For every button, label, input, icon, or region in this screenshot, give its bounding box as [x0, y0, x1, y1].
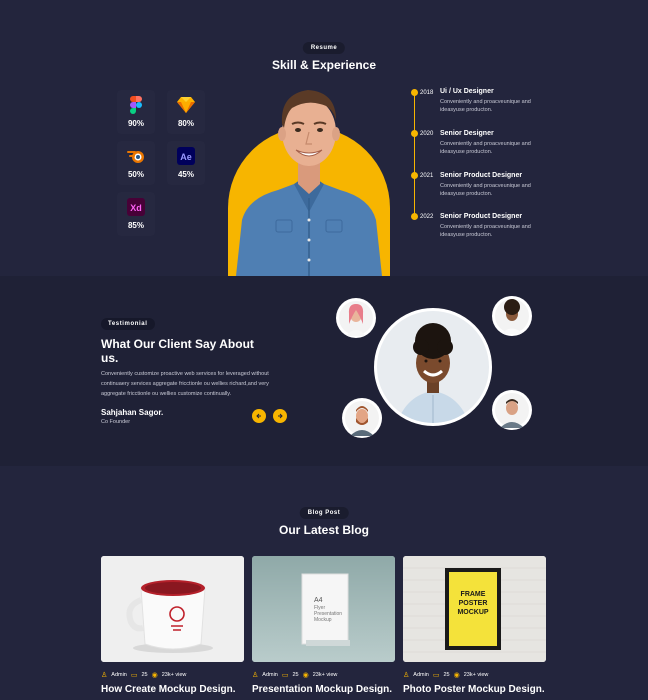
blog-views: 23k+ view	[463, 672, 489, 678]
timeline-year: 2018	[420, 90, 434, 96]
skill-pct: 85%	[127, 221, 144, 230]
prev-button[interactable]	[252, 409, 266, 423]
client-avatar[interactable]	[492, 390, 532, 430]
timeline-desc: Conveniently and proacveunique and ideas…	[440, 224, 531, 238]
timeline-year: 2020	[420, 131, 434, 137]
timeline-title: Ui / Ux Designer	[440, 88, 494, 95]
skill-pct: 45%	[177, 170, 194, 179]
blender-icon	[126, 146, 146, 166]
skill-card-sketch: 80%	[167, 90, 205, 134]
timeline-year: 2022	[420, 214, 434, 220]
figma-icon	[126, 95, 146, 115]
blog-card-image[interactable]	[101, 556, 244, 662]
resume-section: Resume Skill & Experience 90% 80% 50% Ae…	[0, 0, 648, 276]
client-avatar[interactable]	[336, 298, 376, 338]
eye-icon: ◉	[151, 672, 158, 679]
timeline-line	[414, 92, 415, 218]
blog-comments: 25	[292, 672, 299, 678]
testimonial-description: Conveniently customize proactive web ser…	[101, 371, 269, 397]
testimonial-pill: Testimonial	[101, 318, 155, 330]
testimonial-title: What Our Client Say About us.	[101, 337, 254, 365]
skill-card-after-effects: Ae 45%	[167, 141, 205, 185]
svg-text:Ae: Ae	[180, 152, 192, 162]
after-effects-icon: Ae	[176, 146, 196, 166]
comment-icon: ▭	[281, 672, 289, 679]
poster-text-frame: FRAME	[461, 591, 486, 598]
timeline-title: Senior Designer	[440, 130, 494, 137]
adobe-xd-icon: Xd	[126, 197, 146, 217]
skill-pct: 90%	[127, 119, 144, 128]
blog-card-title[interactable]: Photo Poster Mockup Design.	[403, 684, 545, 695]
testimonial-section: Testimonial What Our Client Say About us…	[0, 276, 648, 466]
blog-views: 23k+ view	[312, 672, 338, 678]
skill-pct: 80%	[177, 119, 194, 128]
testimonial-name: Sahjahan Sagor.	[101, 408, 164, 417]
comment-icon: ▭	[432, 672, 440, 679]
blog-card-meta: ♙ Admin ▭ 25 ◉ 23k+ view	[252, 671, 337, 679]
timeline-dot	[411, 213, 418, 220]
eye-icon: ◉	[453, 672, 460, 679]
book-text-a4: A4	[314, 597, 323, 604]
featured-client-avatar[interactable]	[374, 308, 492, 426]
client-avatar[interactable]	[492, 296, 532, 336]
blog-author: Admin	[413, 672, 429, 678]
timeline-year: 2021	[420, 173, 434, 179]
user-icon: ♙	[252, 672, 259, 679]
timeline-desc: Conveniently and proacveunique and ideas…	[440, 99, 531, 113]
comment-icon: ▭	[130, 672, 138, 679]
blog-author: Admin	[262, 672, 278, 678]
arrow-left-icon	[256, 413, 261, 419]
blog-card-title[interactable]: How Create Mockup Design.	[101, 684, 235, 695]
skill-card-adobe-xd: Xd 85%	[117, 192, 155, 236]
hero-portrait	[236, 90, 382, 276]
skill-card-blender: 50%	[117, 141, 155, 185]
skill-card-figma: 90%	[117, 90, 155, 134]
resume-pill: Resume	[302, 42, 346, 54]
sketch-icon	[176, 95, 196, 115]
timeline-dot	[411, 89, 418, 96]
poster-text-mockup: MOCKUP	[457, 609, 488, 616]
timeline-desc: Conveniently and proacveunique and ideas…	[440, 183, 531, 197]
resume-title: Skill & Experience	[271, 58, 377, 72]
blog-title: Our Latest Blog	[278, 523, 369, 537]
skill-pct: 50%	[127, 170, 144, 179]
eye-icon: ◉	[302, 672, 309, 679]
timeline-dot	[411, 130, 418, 137]
timeline-desc: Conveniently and proacveunique and ideas…	[440, 141, 531, 155]
arrow-right-icon	[278, 413, 283, 419]
timeline-title: Senior Product Designer	[440, 213, 523, 220]
blog-section: Blog Post Our Latest Blog ♙ Admin ▭ 25 ◉ 23…	[0, 466, 648, 700]
book-text-mockup: Mockup	[314, 617, 332, 623]
next-button[interactable]	[273, 409, 287, 423]
poster-text-poster: POSTER	[459, 600, 488, 607]
blog-author: Admin	[111, 672, 127, 678]
blog-views: 23k+ view	[161, 672, 187, 678]
timeline-title: Senior Product Designer	[440, 172, 523, 179]
client-avatar[interactable]	[342, 398, 382, 438]
blog-card-meta: ♙ Admin ▭ 25 ◉ 23k+ view	[101, 671, 186, 679]
blog-card-image[interactable]: A4 Flyer Presentation Mockup	[252, 556, 395, 662]
blog-card-title[interactable]: Presentation Mockup Design.	[252, 684, 392, 695]
timeline-dot	[411, 172, 418, 179]
blog-pill: Blog Post	[299, 507, 349, 519]
user-icon: ♙	[403, 672, 410, 679]
user-icon: ♙	[101, 672, 108, 679]
testimonial-role: Co Founder	[101, 419, 131, 425]
blog-card-meta: ♙ Admin ▭ 25 ◉ 23k+ view	[403, 671, 488, 679]
svg-text:Xd: Xd	[130, 203, 142, 213]
blog-comments: 25	[141, 672, 148, 678]
blog-card-image[interactable]: FRAME POSTER MOCKUP	[403, 556, 546, 662]
blog-comments: 25	[443, 672, 450, 678]
